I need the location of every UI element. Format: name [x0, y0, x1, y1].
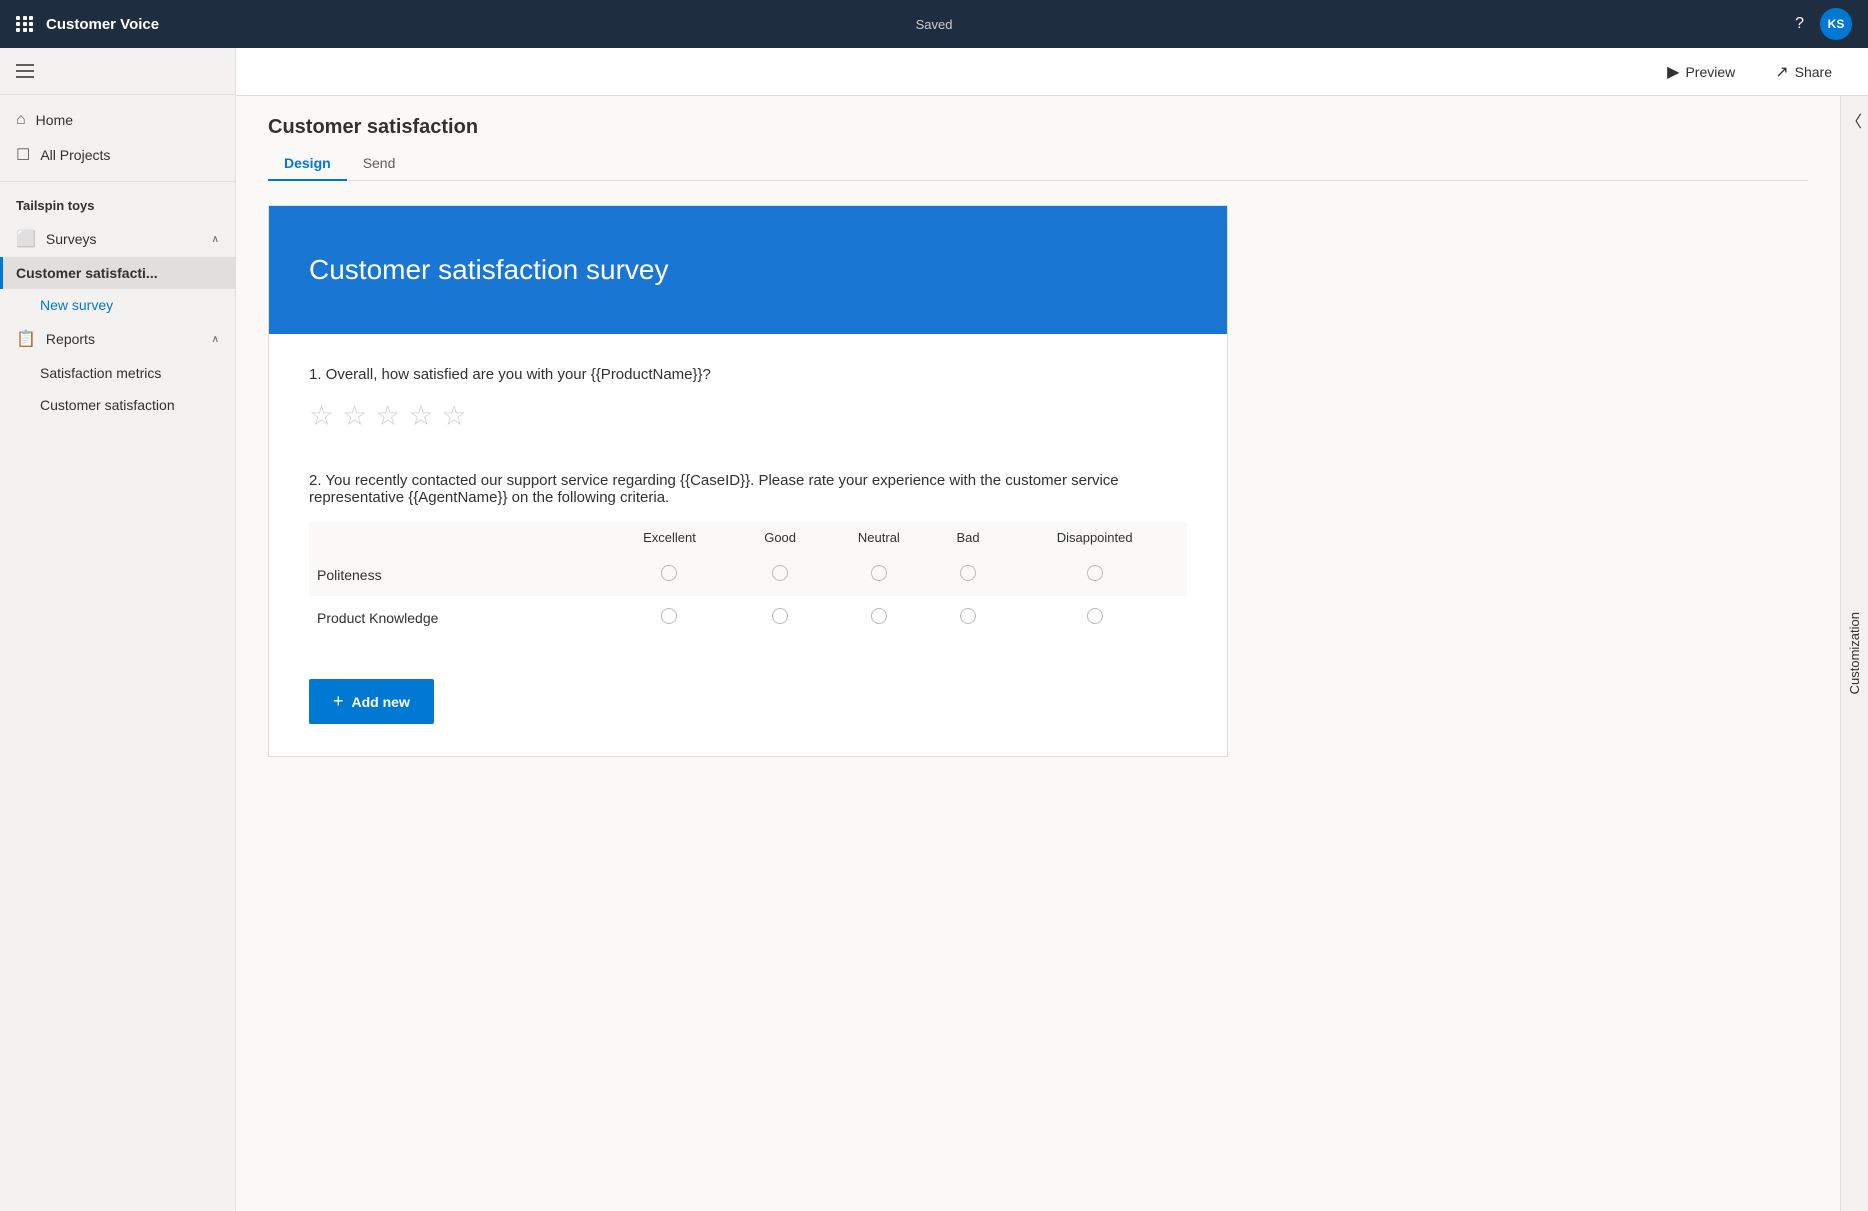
toolbar: ▶ Preview ↗ Share: [236, 48, 1868, 96]
sidebar-item-customer-satisfaction[interactable]: Customer satisfacti...: [0, 257, 235, 289]
radio-option[interactable]: [661, 565, 677, 581]
share-icon: ↗: [1775, 62, 1788, 82]
surveys-label: Surveys: [46, 231, 97, 247]
survey-card: Customer satisfaction survey 1. Overall,…: [268, 205, 1228, 757]
share-label: Share: [1795, 64, 1832, 80]
add-new-button[interactable]: + Add new: [309, 679, 434, 724]
radio-option[interactable]: [1087, 565, 1103, 581]
row-label: Product Knowledge: [309, 596, 603, 639]
reports-icon: 📋: [16, 329, 36, 349]
projects-icon: ☐: [16, 145, 30, 165]
radio-0-2[interactable]: [824, 553, 934, 596]
table-row: Product Knowledge: [309, 596, 1187, 639]
survey-header: Customer satisfaction survey: [269, 206, 1227, 334]
page-title: Customer satisfaction: [268, 116, 1808, 139]
row-label: Politeness: [309, 553, 603, 596]
radio-1-1[interactable]: [736, 596, 824, 639]
saved-status: Saved: [916, 17, 953, 32]
add-new-label: Add new: [352, 694, 410, 710]
rating-table: Excellent Good Neutral Bad Disappointed: [309, 522, 1187, 639]
sidebar-item-new-survey[interactable]: New survey: [0, 289, 235, 321]
col-header-excellent: Excellent: [603, 522, 737, 553]
new-survey-label: New survey: [40, 297, 113, 313]
surveys-chevron: ∧: [212, 234, 219, 245]
tabs: Design Send: [268, 147, 1808, 181]
main-content: ▶ Preview ↗ Share Customer satisfaction …: [236, 48, 1868, 1211]
share-button[interactable]: ↗ Share: [1763, 56, 1844, 88]
home-icon: ⌂: [16, 111, 26, 129]
radio-option[interactable]: [871, 608, 887, 624]
sidebar: ⌂ Home ☐ All Projects Tailspin toys ⬜ Su…: [0, 48, 236, 1211]
col-header-neutral: Neutral: [824, 522, 934, 553]
col-header-good: Good: [736, 522, 824, 553]
radio-0-4[interactable]: [1002, 553, 1187, 596]
surveys-icon: ⬜: [16, 229, 36, 249]
radio-option[interactable]: [772, 608, 788, 624]
preview-button[interactable]: ▶ Preview: [1655, 56, 1747, 88]
sidebar-item-home[interactable]: ⌂ Home: [0, 103, 235, 137]
radio-1-2[interactable]: [824, 596, 934, 639]
star-3[interactable]: ☆: [375, 399, 400, 432]
satisfaction-metrics-label: Satisfaction metrics: [40, 365, 161, 381]
radio-0-1[interactable]: [736, 553, 824, 596]
customer-satisfaction-report-label: Customer satisfaction: [40, 397, 175, 413]
user-avatar[interactable]: KS: [1820, 8, 1852, 40]
sidebar-item-reports[interactable]: 📋 Reports ∧: [0, 321, 235, 357]
all-projects-label: All Projects: [40, 147, 110, 163]
radio-option[interactable]: [960, 608, 976, 624]
top-nav: Customer Voice Saved ? KS: [0, 0, 1868, 48]
waffle-icon[interactable]: [16, 16, 34, 32]
radio-option[interactable]: [960, 565, 976, 581]
app-title: Customer Voice: [46, 16, 159, 33]
star-rating[interactable]: ☆ ☆ ☆ ☆ ☆: [309, 399, 1187, 432]
sidebar-section-title: Tailspin toys: [0, 194, 235, 221]
sidebar-item-satisfaction-metrics[interactable]: Satisfaction metrics: [0, 357, 235, 389]
radio-option[interactable]: [772, 565, 788, 581]
radio-1-0[interactable]: [603, 596, 737, 639]
radio-0-3[interactable]: [934, 553, 1003, 596]
help-button[interactable]: ?: [1795, 15, 1804, 33]
tab-design[interactable]: Design: [268, 147, 347, 181]
star-5[interactable]: ☆: [441, 399, 466, 432]
radio-1-3[interactable]: [934, 596, 1003, 639]
radio-0-0[interactable]: [603, 553, 737, 596]
plus-icon: +: [333, 691, 344, 712]
sidebar-item-surveys[interactable]: ⬜ Surveys ∧: [0, 221, 235, 257]
preview-label: Preview: [1685, 64, 1735, 80]
reports-chevron: ∧: [212, 334, 219, 345]
customization-panel[interactable]: 〈 Customization: [1840, 96, 1868, 1211]
active-survey-label: Customer satisfacti...: [16, 265, 158, 281]
star-2[interactable]: ☆: [342, 399, 367, 432]
survey-body: 1. Overall, how satisfied are you with y…: [269, 334, 1227, 756]
preview-icon: ▶: [1667, 62, 1679, 82]
customization-label: Customization: [1847, 612, 1862, 694]
reports-label: Reports: [46, 331, 95, 347]
col-header-bad: Bad: [934, 522, 1003, 553]
home-label: Home: [36, 112, 73, 128]
question-2: 2. You recently contacted our support se…: [309, 472, 1187, 639]
question-2-text: 2. You recently contacted our support se…: [309, 472, 1187, 506]
tab-send[interactable]: Send: [347, 147, 412, 181]
content-area: Customer satisfaction Design Send Custom…: [236, 96, 1840, 1211]
star-1[interactable]: ☆: [309, 399, 334, 432]
question-1-text: 1. Overall, how satisfied are you with y…: [309, 366, 1187, 383]
survey-header-title: Customer satisfaction survey: [309, 254, 1187, 286]
col-header-empty: [309, 522, 603, 553]
radio-option[interactable]: [871, 565, 887, 581]
customization-chevron[interactable]: 〈: [1846, 108, 1862, 132]
radio-option[interactable]: [1087, 608, 1103, 624]
radio-1-4[interactable]: [1002, 596, 1187, 639]
col-header-disappointed: Disappointed: [1002, 522, 1187, 553]
hamburger-menu[interactable]: [0, 56, 235, 86]
sidebar-item-all-projects[interactable]: ☐ All Projects: [0, 137, 235, 173]
table-row: Politeness: [309, 553, 1187, 596]
sidebar-item-customer-satisfaction-report[interactable]: Customer satisfaction: [0, 389, 235, 421]
question-1: 1. Overall, how satisfied are you with y…: [309, 366, 1187, 432]
star-4[interactable]: ☆: [408, 399, 433, 432]
radio-option[interactable]: [661, 608, 677, 624]
